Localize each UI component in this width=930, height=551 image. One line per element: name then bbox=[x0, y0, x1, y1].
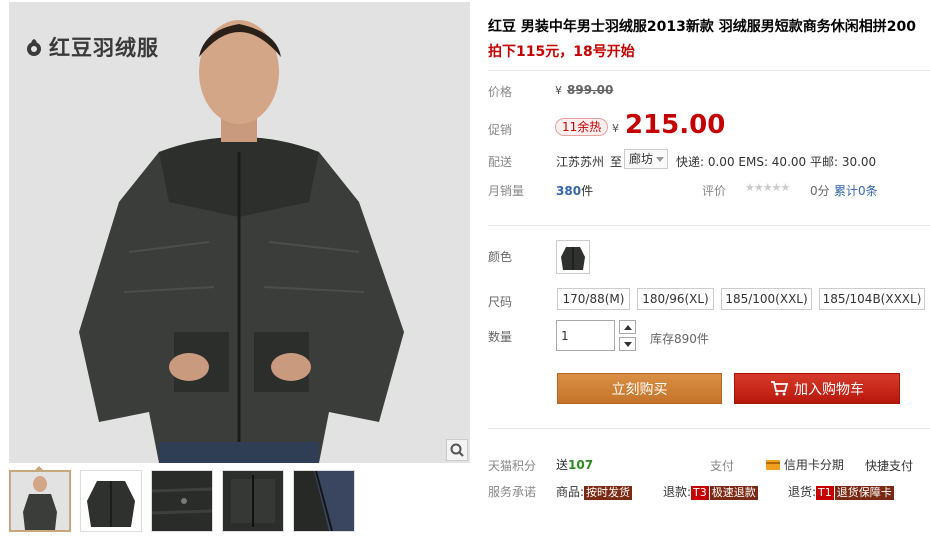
shipping-from: 江苏苏州 bbox=[556, 155, 605, 169]
chevron-down-icon bbox=[656, 157, 664, 162]
size-label: 尺码 bbox=[488, 295, 513, 309]
service-refund-code: T3 bbox=[691, 486, 709, 500]
promo-currency: ¥ bbox=[612, 122, 619, 135]
buy-now-button[interactable]: 立刻购买 bbox=[557, 373, 722, 404]
product-title: 红豆 男装中年男士羽绒服2013新款 羽绒服男短款商务休闲相拼200 bbox=[488, 19, 916, 35]
thumbnail-strip bbox=[9, 470, 355, 532]
service-return-badge: 退货保障卡 bbox=[834, 486, 894, 500]
monthly-sales-label: 月销量 bbox=[488, 184, 525, 198]
service-return-label: 退货: bbox=[788, 485, 817, 499]
divider bbox=[488, 225, 930, 226]
thumb-detail-lining bbox=[294, 471, 354, 531]
brand-name: 红豆羽绒服 bbox=[49, 36, 159, 60]
jacket-swatch-icon bbox=[557, 241, 589, 273]
color-label: 颜色 bbox=[488, 250, 513, 264]
shipping-fees: 快递: 0.00 EMS: 40.00 平邮: 30.00 bbox=[676, 155, 877, 169]
quantity-label: 数量 bbox=[488, 330, 513, 344]
thumb-detail-pocket bbox=[152, 471, 212, 531]
destination-select[interactable]: 廊坊 bbox=[624, 149, 668, 169]
credit-installment: 信用卡分期 bbox=[766, 456, 844, 473]
original-price: 899.00 bbox=[567, 83, 614, 97]
thumbnail-3[interactable] bbox=[151, 470, 213, 532]
destination-value: 廊坊 bbox=[629, 152, 654, 166]
thumbnail-4[interactable] bbox=[222, 470, 284, 532]
brand-bean-icon bbox=[27, 39, 41, 56]
color-option-black[interactable] bbox=[556, 240, 590, 274]
quantity-input[interactable] bbox=[556, 320, 615, 351]
zoom-button[interactable] bbox=[446, 439, 468, 461]
divider bbox=[488, 70, 930, 71]
service-refund-label: 退款: bbox=[663, 485, 692, 499]
chevron-down-icon bbox=[623, 341, 632, 347]
size-option-xxl[interactable]: 185/100(XXL) bbox=[721, 288, 812, 310]
service-goods-badge: 按时发货 bbox=[584, 486, 633, 500]
monthly-sales: 380件 bbox=[556, 182, 593, 199]
thumb-detail-zipper bbox=[223, 471, 283, 531]
thumbnail-5[interactable] bbox=[293, 470, 355, 532]
shipping-label: 配送 bbox=[488, 155, 513, 169]
shopping-cart-icon bbox=[771, 381, 788, 396]
product-photo-illustration bbox=[9, 2, 470, 463]
promo-label: 促销 bbox=[488, 123, 513, 137]
credit-card-icon bbox=[766, 460, 780, 470]
size-option-xl[interactable]: 180/96(XL) bbox=[637, 288, 714, 310]
chevron-up-icon bbox=[623, 324, 632, 330]
service-goods-label: 商品: bbox=[556, 485, 585, 499]
stock-count: 库存890件 bbox=[650, 332, 709, 346]
promo-tag-badge: 11余热 bbox=[555, 118, 609, 136]
monthly-sales-unit: 件 bbox=[581, 184, 594, 198]
credit-installment-label: 信用卡分期 bbox=[783, 458, 844, 472]
buy-now-label: 立刻购买 bbox=[611, 381, 668, 398]
quantity-decrease-button[interactable] bbox=[619, 337, 636, 351]
points-value: 送107 bbox=[556, 456, 593, 473]
rating-label: 评价 bbox=[702, 184, 727, 198]
divider bbox=[488, 428, 930, 429]
size-option-m[interactable]: 170/88(M) bbox=[557, 288, 630, 310]
review-count-link[interactable]: 累计0条 bbox=[834, 182, 878, 199]
service-label: 服务承诺 bbox=[488, 485, 537, 499]
add-to-cart-button[interactable]: 加入购物车 bbox=[734, 373, 900, 404]
promo-price: 215.00 bbox=[625, 110, 726, 140]
thumbnail-2[interactable] bbox=[80, 470, 142, 532]
service-refund: 退款: T3 极速退款 bbox=[663, 483, 758, 500]
rating-stars: ★★★★★ bbox=[745, 181, 790, 194]
pay-label: 支付 bbox=[710, 459, 735, 473]
main-product-image[interactable]: 红豆羽绒服 bbox=[9, 2, 470, 463]
service-return: 退货: T1 退货保障卡 bbox=[788, 483, 894, 500]
product-subtitle: 拍下115元，18号开始 bbox=[488, 44, 635, 60]
size-option-xxxl[interactable]: 185/104B(XXXL) bbox=[819, 288, 925, 310]
monthly-sales-count: 380 bbox=[556, 184, 582, 198]
quantity-increase-button[interactable] bbox=[619, 320, 636, 334]
thumbnail-1[interactable] bbox=[9, 470, 71, 532]
shipping-to-word: 至 bbox=[610, 155, 623, 169]
add-to-cart-label: 加入购物车 bbox=[794, 381, 864, 398]
thumb-jacket-flat bbox=[81, 471, 141, 531]
service-refund-badge: 极速退款 bbox=[709, 486, 758, 500]
points-amount: 107 bbox=[568, 458, 594, 472]
points-send: 送 bbox=[556, 458, 569, 472]
quick-pay: 快捷支付 bbox=[865, 459, 914, 473]
rating-score: 0分 bbox=[810, 184, 830, 198]
magnifier-icon bbox=[450, 443, 464, 457]
price-label: 价格 bbox=[488, 85, 513, 99]
service-goods: 商品: 按时发货 bbox=[556, 483, 633, 500]
service-return-code: T1 bbox=[816, 486, 834, 500]
thumb-model-front bbox=[11, 472, 69, 530]
brand-logo: 红豆羽绒服 bbox=[25, 32, 159, 62]
price-currency: ¥ bbox=[555, 84, 562, 97]
points-label: 天猫积分 bbox=[488, 459, 537, 473]
